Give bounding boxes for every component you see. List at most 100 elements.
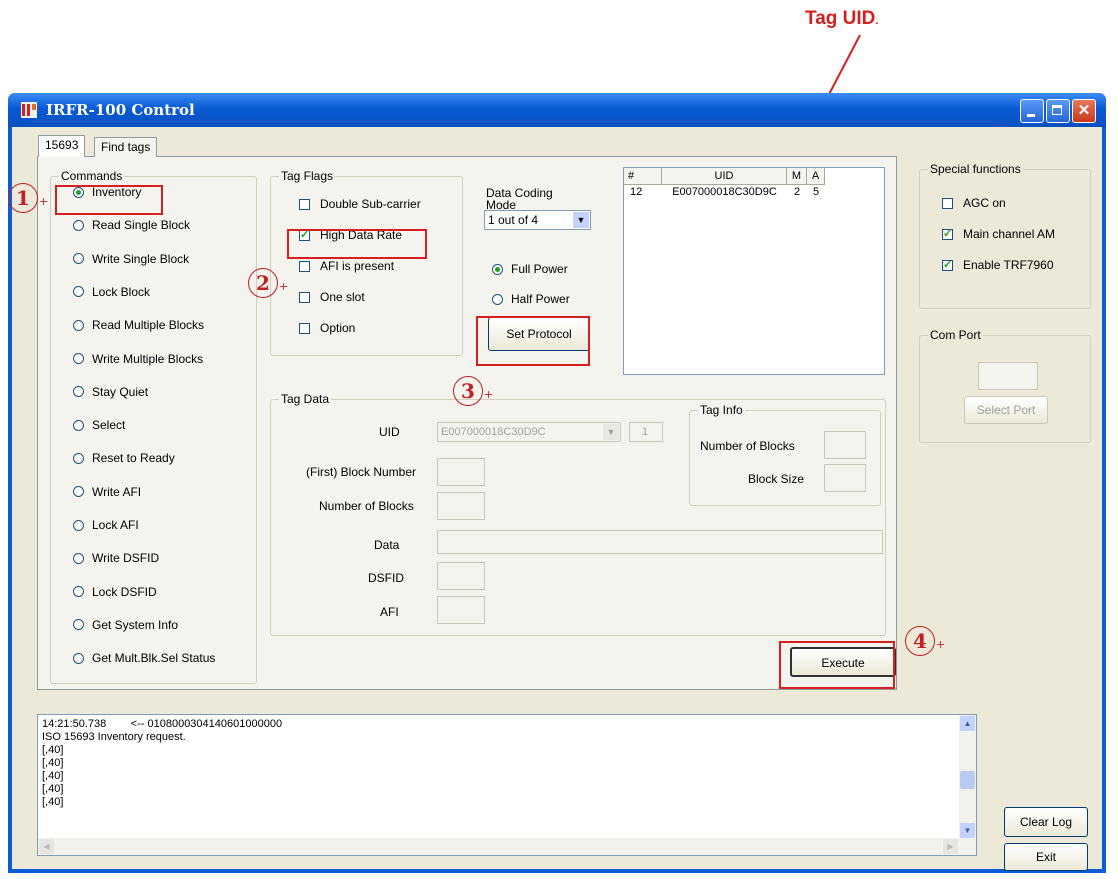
window-client: 15693 Find tags Commands Inventory Read S… <box>12 127 1102 871</box>
tag-flag-checkbox[interactable]: Double Sub-carrier <box>299 197 421 211</box>
tab-panel: Commands Inventory Read Single Block Write… <box>37 156 897 690</box>
first-block-label: (First) Block Number <box>306 465 417 479</box>
half-power-radio[interactable]: Half Power <box>492 292 570 306</box>
data-coding-value: 1 out of 4 <box>488 213 539 227</box>
data-field[interactable] <box>437 530 883 554</box>
info-num-blocks-field <box>824 431 866 459</box>
command-radio[interactable]: Select <box>73 418 125 432</box>
command-label: Read Single Block <box>92 218 191 233</box>
uid-table-header: # UID M A <box>624 168 825 185</box>
uid-column-header[interactable]: A <box>807 168 825 185</box>
command-radio[interactable]: Read Single Block <box>73 218 190 232</box>
command-radio[interactable]: Reset to Ready <box>73 451 175 465</box>
tag-flag-label: Option <box>320 321 356 335</box>
checkbox-box <box>299 322 310 334</box>
radio-dot <box>73 486 84 498</box>
command-label: Read Multiple Blocks <box>92 318 205 333</box>
title-bar[interactable]: IRFR-100 Control ✕ <box>8 93 1106 127</box>
command-radio[interactable]: Lock DSFID <box>73 585 157 599</box>
uid-table-body: 12 E007000018C30D9C 2 5 <box>624 185 825 199</box>
scroll-thumb[interactable] <box>960 771 975 789</box>
command-radio[interactable]: Get Mult.Blk.Sel Status <box>73 651 215 665</box>
log-hscrollbar[interactable]: ◀ ▶ <box>38 838 976 855</box>
select-port-button[interactable]: Select Port <box>964 396 1048 424</box>
scroll-down-icon[interactable]: ▼ <box>960 823 975 838</box>
uid-column-header[interactable]: UID <box>662 168 787 185</box>
chevron-down-icon[interactable]: ▼ <box>573 212 589 228</box>
scroll-right-icon[interactable]: ▶ <box>943 839 958 854</box>
checkbox-box <box>299 291 310 303</box>
execute-highlight <box>779 641 895 689</box>
tag-flag-label: AFI is present <box>320 259 395 273</box>
uid-column-header[interactable]: M <box>787 168 807 185</box>
uid-chevron-down-icon[interactable]: ▼ <box>603 424 619 440</box>
dsfid-label: DSFID <box>368 571 404 585</box>
log-line: [,40] <box>42 770 64 782</box>
maximize-button[interactable] <box>1046 99 1070 123</box>
full-power-dot <box>492 263 503 275</box>
block-size-label: Block Size <box>748 472 805 486</box>
log-vscrollbar[interactable]: ▲ ▼ <box>959 715 976 839</box>
scroll-up-icon[interactable]: ▲ <box>960 716 975 731</box>
log-line: [,40] <box>42 783 64 795</box>
command-label: Get System Info <box>92 617 179 632</box>
command-label: Write DSFID <box>92 551 160 566</box>
uid-select-value: E007000018C30D9C <box>441 426 546 438</box>
radio-dot <box>73 386 84 398</box>
data-coding-select[interactable]: 1 out of 4 ▼ <box>484 210 591 230</box>
command-radio[interactable]: Stay Quiet <box>73 385 148 399</box>
checkbox-box <box>942 197 953 209</box>
uid-table-row[interactable]: 12 E007000018C30D9C 2 5 <box>624 185 825 199</box>
radio-dot <box>73 586 84 598</box>
log-lines: 14:21:50.738 <-- 0108000304140601000000 I… <box>42 718 282 809</box>
command-label: Lock AFI <box>92 518 139 532</box>
log-line: 14:21:50.738 <-- 0108000304140601000000 <box>42 718 283 730</box>
special-functions-legend: Special functions <box>928 162 1023 176</box>
tag-flag-checkbox[interactable]: One slot <box>299 290 365 304</box>
command-label: Stay Quiet <box>92 384 149 399</box>
scroll-left-icon[interactable]: ◀ <box>39 839 54 854</box>
uid-select[interactable]: E007000018C30D9C ▼ <box>437 422 621 442</box>
num-blocks-field[interactable] <box>437 492 485 520</box>
command-radio[interactable]: Write Multiple Blocks <box>73 352 203 366</box>
command-radio[interactable]: Write Single Block <box>73 252 189 266</box>
radio-dot <box>73 519 84 531</box>
tag-flag-checkbox[interactable]: AFI is present <box>299 259 394 273</box>
command-label: Lock DSFID <box>92 584 157 599</box>
full-power-radio[interactable]: Full Power <box>492 262 568 276</box>
close-button[interactable]: ✕ <box>1072 99 1096 123</box>
data-coding-label: Data Coding Mode <box>486 186 553 212</box>
commands-group: Commands Inventory Read Single Block Write… <box>50 169 257 684</box>
uid-index-field: 1 <box>629 422 663 442</box>
tag-flags-legend: Tag Flags <box>279 169 336 183</box>
close-icon: ✕ <box>1077 102 1091 119</box>
uid-column-header[interactable]: # <box>624 168 662 185</box>
command-radio[interactable]: Lock AFI <box>73 518 139 532</box>
radio-dot <box>73 552 84 564</box>
log-area[interactable]: 14:21:50.738 <-- 0108000304140601000000 I… <box>37 714 977 856</box>
tag-data-legend: Tag Data <box>279 392 332 406</box>
tag-flag-checkbox[interactable]: Option <box>299 321 355 335</box>
command-radio[interactable]: Write AFI <box>73 485 141 499</box>
command-radio[interactable]: Write DSFID <box>73 551 159 565</box>
command-radio[interactable]: Get System Info <box>73 618 178 632</box>
special-function-checkbox[interactable]: ✓ Enable TRF7960 <box>942 258 1054 272</box>
command-radio[interactable]: Read Multiple Blocks <box>73 318 204 332</box>
clear-log-button[interactable]: Clear Log <box>1004 807 1088 837</box>
tab-15693[interactable]: 15693 <box>38 135 86 157</box>
exit-button[interactable]: Exit <box>1004 843 1088 871</box>
uid-table[interactable]: # UID M A 12 E007000018C30D9C 2 5 <box>623 167 885 375</box>
uid-table-cell: 2 <box>793 186 801 198</box>
dsfid-field[interactable] <box>437 562 485 590</box>
special-function-checkbox[interactable]: AGC on <box>942 196 1006 210</box>
checkbox-box: ✓ <box>942 227 953 240</box>
afi-field[interactable] <box>437 596 485 624</box>
first-block-field[interactable] <box>437 458 485 486</box>
special-function-checkbox[interactable]: ✓ Main channel AM <box>942 227 1055 241</box>
tab-find-tags[interactable]: Find tags <box>94 137 158 157</box>
command-radio[interactable]: Lock Block <box>73 285 150 299</box>
tag-info-legend: Tag Info <box>698 403 745 417</box>
com-port-field[interactable] <box>978 362 1038 390</box>
minimize-button[interactable] <box>1020 99 1044 123</box>
command-label: Lock Block <box>92 284 151 299</box>
